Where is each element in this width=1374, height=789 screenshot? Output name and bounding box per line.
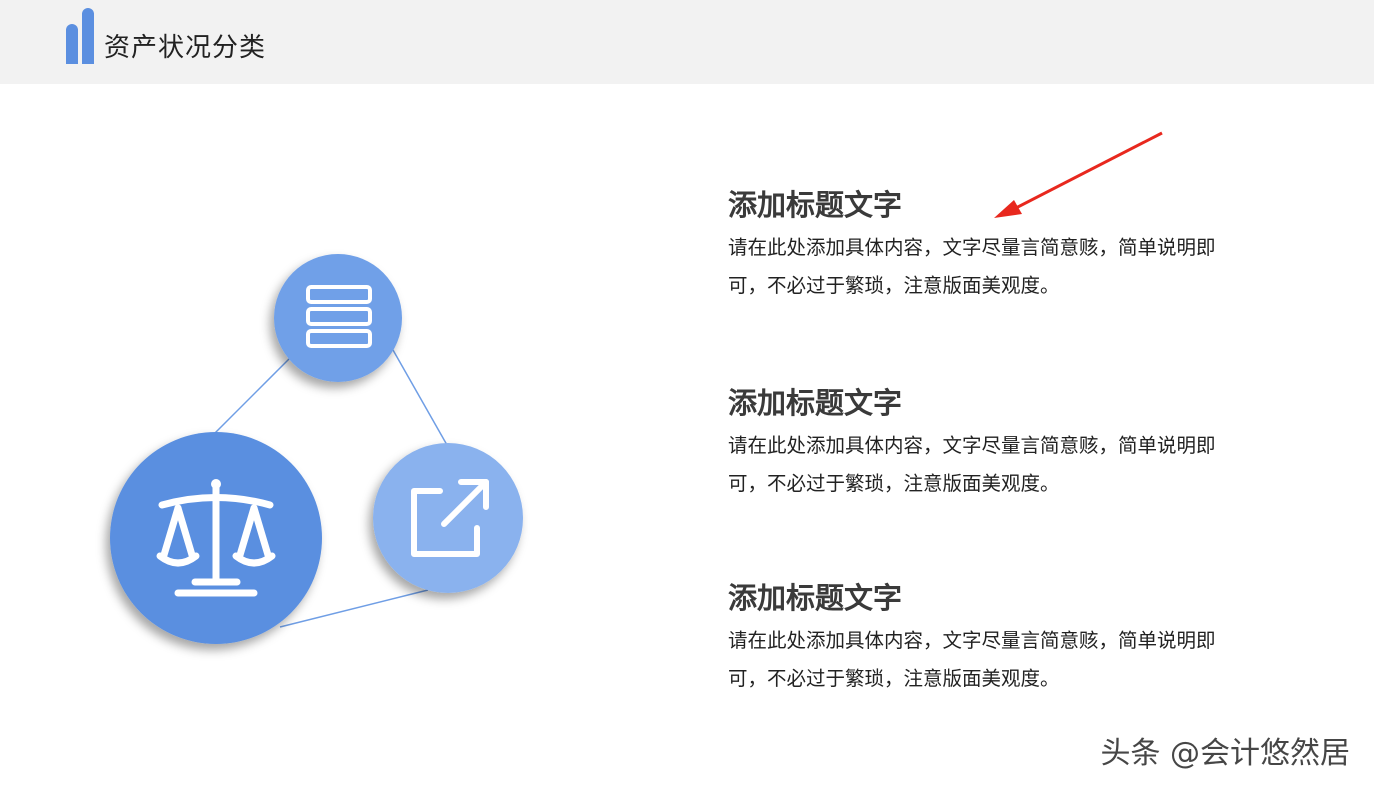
content-block: 添加标题文字 请在此处添加具体内容，文字尽量言简意赅，简单说明即可，不必过于繁琐… xyxy=(728,580,1288,698)
bar-chart-logo-icon xyxy=(66,8,94,64)
content-block: 添加标题文字 请在此处添加具体内容，文字尽量言简意赅，简单说明即可，不必过于繁琐… xyxy=(728,187,1288,305)
cycle-diagram xyxy=(0,84,680,789)
connector-line xyxy=(214,357,291,434)
block-body: 请在此处添加具体内容，文字尽量言简意赅，简单说明即可，不必过于繁琐，注意版面美观… xyxy=(728,434,1216,495)
diagram-svg xyxy=(110,254,523,644)
list-node xyxy=(274,254,402,382)
balance-top-dot xyxy=(211,479,221,489)
watermark: 头条 @会计悠然居 xyxy=(1100,736,1350,771)
connector-line xyxy=(392,349,448,446)
block-body: 请在此处添加具体内容，文字尽量言简意赅，简单说明即可，不必过于繁琐，注意版面美观… xyxy=(728,236,1216,297)
block-title: 添加标题文字 xyxy=(728,188,903,222)
balance-node xyxy=(110,432,322,644)
block-title: 添加标题文字 xyxy=(728,581,903,615)
content-block: 添加标题文字 请在此处添加具体内容，文字尽量言简意赅，简单说明即可，不必过于繁琐… xyxy=(728,385,1288,503)
link-node xyxy=(373,443,523,593)
header-bar: 资产状况分类 xyxy=(0,0,1374,84)
page-title: 资产状况分类 xyxy=(104,33,267,63)
block-title: 添加标题文字 xyxy=(728,386,903,420)
block-body: 请在此处添加具体内容，文字尽量言简意赅，简单说明即可，不必过于繁琐，注意版面美观… xyxy=(728,629,1216,690)
